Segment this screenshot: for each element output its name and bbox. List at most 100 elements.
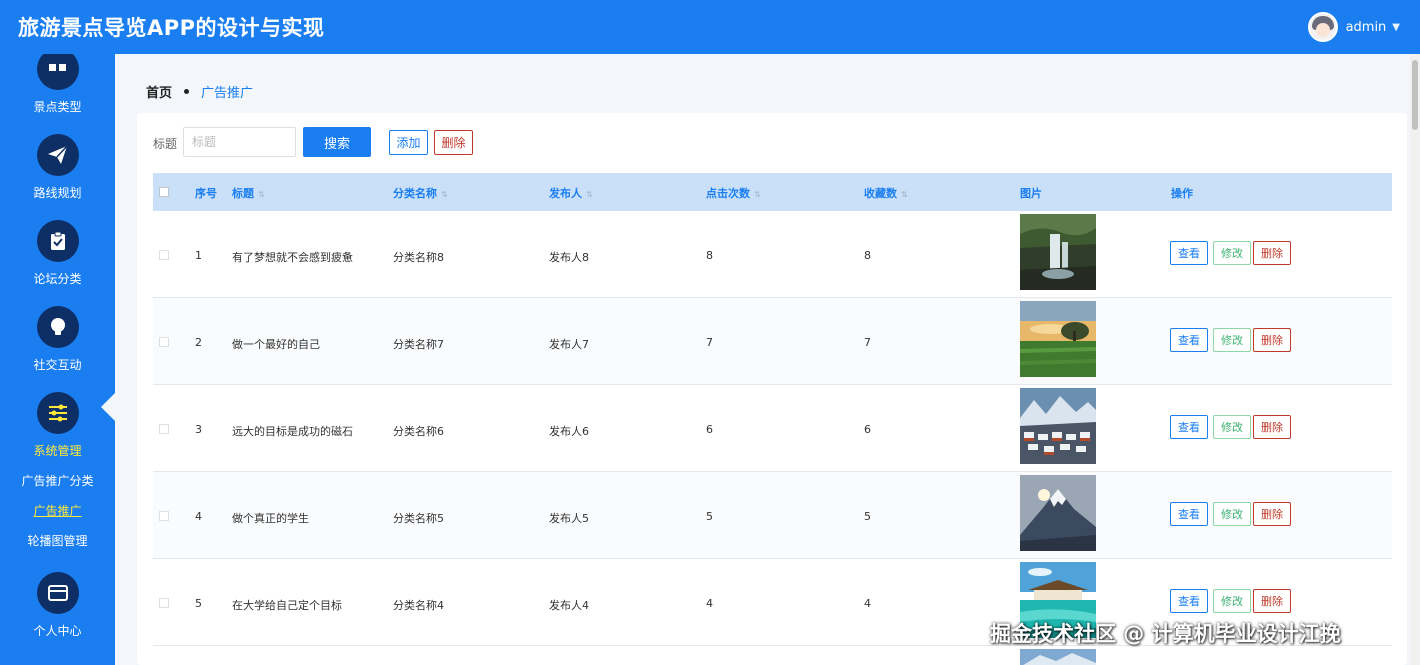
add-button[interactable]: 添加 [389, 130, 428, 155]
paper-plane-icon [36, 134, 79, 176]
cell-category: 分类名称6 [393, 425, 444, 438]
view-button[interactable]: 查看 [1170, 415, 1208, 439]
cell-title: 远大的目标是成功的磁石 [232, 425, 353, 438]
active-indicator [101, 392, 116, 422]
username[interactable]: admin [1346, 20, 1387, 35]
avatar[interactable] [1307, 12, 1338, 42]
sort-icon: ⇅ [441, 190, 448, 199]
delete-button[interactable]: 删除 [1253, 502, 1291, 526]
col-title[interactable]: 标题 ⇅ [232, 185, 265, 201]
sidebar-item-personal-center[interactable]: 个人中心 [0, 572, 115, 652]
sidebar-item-label: 系统管理 [33, 444, 82, 458]
sliders-icon [36, 392, 79, 434]
col-clicks[interactable]: 点击次数 ⇅ [706, 185, 761, 201]
waterfall-image [1020, 214, 1096, 290]
sidebar-item-scenic-types[interactable]: 景点类型 [0, 54, 115, 136]
cell-publisher: 发布人8 [549, 251, 589, 264]
sidebar: 景点类型 路线规划 论坛分类 社交互动 系统管理 广告推广分类 广告推广 轮播图… [0, 54, 115, 665]
search-button[interactable]: 搜索 [303, 127, 371, 157]
sidebar-item-social[interactable]: 社交互动 [0, 306, 115, 386]
breadcrumb-current: 广告推广 [201, 86, 254, 101]
cell-title: 做一个最好的自己 [232, 338, 320, 351]
view-button[interactable]: 查看 [1170, 502, 1208, 526]
col-category[interactable]: 分类名称 ⇅ [393, 185, 448, 201]
sort-icon: ⇅ [901, 190, 908, 199]
table-row: 2 做一个最好的自己 分类名称7 发布人7 7 7 查看 修改 删除 [153, 298, 1392, 385]
col-favorites[interactable]: 收藏数 ⇅ [864, 185, 908, 201]
sort-icon: ⇅ [586, 190, 593, 199]
cell-title: 有了梦想就不会感到疲惫 [232, 251, 353, 264]
cell-title: 在大学给自己定个目标 [232, 599, 342, 612]
edit-button[interactable]: 修改 [1213, 415, 1251, 439]
cell-publisher: 发布人5 [549, 512, 589, 525]
cell-index: 5 [195, 597, 202, 610]
edit-button[interactable]: 修改 [1213, 241, 1251, 265]
sidebar-item-system-management[interactable]: 系统管理 [0, 392, 115, 472]
sidebar-item-label: 论坛分类 [33, 272, 82, 286]
cell-publisher: 发布人7 [549, 338, 589, 351]
view-button[interactable]: 查看 [1170, 589, 1208, 613]
row-checkbox[interactable] [159, 250, 169, 260]
delete-button[interactable]: 删除 [1253, 241, 1291, 265]
cell-favorites: 5 [864, 510, 871, 523]
cell-clicks: 8 [706, 249, 713, 262]
select-all-checkbox[interactable] [159, 187, 169, 197]
row-checkbox[interactable] [159, 598, 169, 608]
cell-clicks: 6 [706, 423, 713, 436]
watermark: 掘金技术社区 @ 计算机毕业设计江挽 [990, 622, 1341, 646]
cell-favorites: 6 [864, 423, 871, 436]
lightbulb-icon [36, 306, 79, 348]
submenu-item-ad-promotion[interactable]: 广告推广 [0, 502, 115, 519]
delete-button[interactable]: 删除 [1253, 415, 1291, 439]
chevron-down-icon[interactable]: ▼ [1392, 22, 1400, 33]
cell-clicks: 7 [706, 336, 713, 349]
cell-index: 3 [195, 423, 202, 436]
cell-index: 1 [195, 249, 202, 262]
table-row: 4 做个真正的学生 分类名称5 发布人5 5 5 查看 修改 删除 [153, 472, 1392, 559]
page-scrollbar[interactable] [1410, 54, 1420, 665]
breadcrumb-home[interactable]: 首页 [146, 82, 172, 101]
cell-title: 做个真正的学生 [232, 512, 309, 525]
edit-button[interactable]: 修改 [1213, 502, 1251, 526]
cell-clicks: 5 [706, 510, 713, 523]
snow-mountain-image [1020, 475, 1096, 551]
user-menu[interactable]: admin ▼ [1307, 6, 1400, 48]
table-header: 序号 标题 ⇅ 分类名称 ⇅ 发布人 ⇅ 点击次数 ⇅ 收藏数 ⇅ 图片 操作 [153, 173, 1392, 211]
col-image: 图片 [1020, 187, 1042, 200]
row-checkbox[interactable] [159, 337, 169, 347]
top-header: 旅游景点导览APP的设计与实现 admin ▼ [0, 0, 1420, 54]
edit-button[interactable]: 修改 [1213, 589, 1251, 613]
cell-publisher: 发布人4 [549, 599, 589, 612]
cell-clicks: 4 [706, 597, 713, 610]
view-button[interactable]: 查看 [1170, 241, 1208, 265]
delete-button[interactable]: 删除 [1253, 328, 1291, 352]
delete-button[interactable]: 删除 [1253, 589, 1291, 613]
table-row: 1 有了梦想就不会感到疲惫 分类名称8 发布人8 8 8 查看 修改 删除 [153, 211, 1392, 298]
sidebar-item-label: 社交互动 [33, 358, 82, 372]
edit-button[interactable]: 修改 [1213, 328, 1251, 352]
breadcrumb: 首页 广告推广 [146, 82, 253, 101]
sort-icon: ⇅ [258, 190, 265, 199]
title-search-input[interactable] [183, 127, 296, 157]
row-checkbox[interactable] [159, 511, 169, 521]
title-filter-label: 标题 [153, 137, 178, 151]
col-publisher[interactable]: 发布人 ⇅ [549, 185, 593, 201]
app-title: 旅游景点导览APP的设计与实现 [18, 16, 325, 40]
view-button[interactable]: 查看 [1170, 328, 1208, 352]
scrollbar-thumb[interactable] [1412, 60, 1418, 130]
sidebar-item-label: 个人中心 [33, 624, 82, 638]
cell-category: 分类名称4 [393, 599, 444, 612]
sidebar-item-forum-category[interactable]: 论坛分类 [0, 220, 115, 300]
batch-delete-button[interactable]: 删除 [434, 130, 473, 155]
cell-category: 分类名称5 [393, 512, 444, 525]
sidebar-item-route-planning[interactable]: 路线规划 [0, 134, 115, 214]
cell-favorites: 8 [864, 249, 871, 262]
mountain-village-image [1020, 388, 1096, 464]
sidebar-item-label: 景点类型 [33, 100, 82, 114]
submenu-item-carousel[interactable]: 轮播图管理 [0, 532, 115, 549]
row-checkbox[interactable] [159, 424, 169, 434]
submenu-item-ad-category[interactable]: 广告推广分类 [0, 472, 115, 489]
cell-index: 2 [195, 336, 202, 349]
grid-icon [36, 54, 79, 90]
table-row: 3 远大的目标是成功的磁石 分类名称6 发布人6 6 6 查看 修改 删除 [153, 385, 1392, 472]
